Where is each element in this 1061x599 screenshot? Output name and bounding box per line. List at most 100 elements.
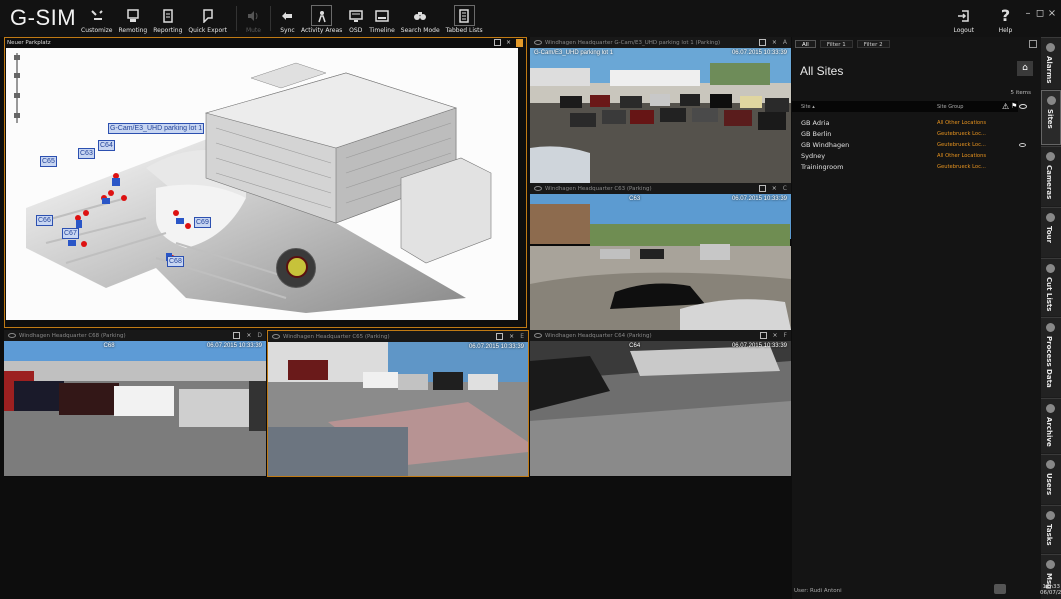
column-header-site-group[interactable]: Site Group — [937, 104, 963, 110]
eye-icon[interactable] — [534, 333, 542, 338]
eye-column-icon[interactable] — [1019, 104, 1027, 109]
close-pane-icon[interactable]: × — [773, 332, 778, 339]
pane-title: Windhagen Headquarter C63 (Parking) — [545, 185, 652, 192]
site-map-image[interactable]: G-Cam/E3_UHD parking lot 1 C64 C63 C65 C… — [6, 48, 518, 320]
camera-video[interactable]: 06.07.2015 10:33:39 — [268, 342, 528, 476]
sites-panel: All Filter 1 Filter 2 All Sites ⌂ 5 item… — [792, 37, 1041, 599]
map-camera-label[interactable]: C64 — [98, 140, 115, 151]
map-zoom-slider[interactable] — [14, 53, 20, 123]
eye-icon[interactable] — [8, 333, 16, 338]
table-row[interactable]: GB Berlin Geutebrueck Loc... — [792, 130, 1022, 138]
help-button[interactable]: ? Help — [988, 0, 1023, 37]
camera-video[interactable]: G-Cam/E3_UHD parking lot 1 06.07.2015 10… — [530, 48, 791, 183]
map-camera-label[interactable]: C67 — [62, 228, 79, 239]
quick-export-button[interactable]: Quick Export — [185, 0, 230, 37]
timeline-button[interactable]: Timeline — [366, 0, 398, 37]
logout-label: Logout — [953, 27, 974, 34]
panel-options-icon[interactable] — [1029, 40, 1037, 48]
mute-icon — [246, 8, 261, 23]
side-tab-cut-lists[interactable]: Cut Lists — [1041, 258, 1061, 316]
maximize-pane-icon[interactable] — [759, 332, 767, 339]
maximize-pane-icon[interactable] — [233, 332, 241, 339]
map-camera-label[interactable]: C66 — [36, 215, 53, 226]
maximize-pane-icon[interactable] — [758, 39, 766, 46]
eye-icon[interactable] — [534, 186, 542, 191]
sync-button[interactable]: Sync — [277, 0, 298, 37]
flag-icon[interactable]: ⚑ — [1011, 102, 1017, 110]
map-pane[interactable]: Neuer Parkplatz × G-Cam/E3_UHD parking l… — [4, 37, 527, 328]
reporting-button[interactable]: Reporting — [150, 0, 185, 37]
tabbed-lists-button[interactable]: Tabbed Lists — [443, 0, 486, 37]
activity-areas-icon — [311, 5, 333, 26]
map-camera-label[interactable]: C68 — [167, 256, 184, 267]
remoting-icon — [125, 8, 140, 23]
maximize-pane-icon[interactable] — [758, 185, 766, 192]
camera-pane-d[interactable]: Windhagen Headquarter C68 (Parking) × D C… — [4, 330, 266, 477]
camera-pane-f[interactable]: Windhagen Headquarter C64 (Parking) × F C… — [530, 330, 791, 477]
logout-button[interactable]: Logout — [939, 0, 988, 37]
close-pane-icon[interactable]: × — [772, 185, 777, 192]
table-row[interactable]: Trainingroom Geutebrueck Loc... — [792, 163, 1022, 171]
table-row[interactable]: GB Windhagen Geutebrueck Loc... — [792, 141, 1026, 149]
maximize-icon[interactable]: ◻ — [1035, 8, 1045, 20]
navigation-compass[interactable] — [276, 248, 316, 288]
side-tab-label: Cameras — [1045, 165, 1053, 200]
quick-export-icon — [200, 8, 215, 23]
customize-button[interactable]: Customize — [78, 0, 116, 37]
side-tab-cameras[interactable]: Cameras — [1041, 146, 1061, 206]
tab-filter-1[interactable]: Filter 1 — [819, 40, 853, 48]
maximize-pane-icon[interactable] — [496, 333, 504, 340]
camera-pane-e[interactable]: Windhagen Headquarter C65 (Parking) × E 0… — [267, 330, 529, 477]
side-tab-process-data[interactable]: Process Data — [1041, 317, 1061, 397]
side-tab-archive[interactable]: Archive — [1041, 398, 1061, 453]
reporting-label: Reporting — [153, 27, 183, 34]
eye-icon[interactable] — [272, 334, 280, 339]
close-pane-icon[interactable]: × — [772, 39, 777, 46]
pane-header: Windhagen Headquarter C64 (Parking) × F — [530, 330, 791, 341]
close-pane-icon[interactable]: × — [246, 332, 251, 339]
table-row[interactable]: GB Adria All Other Locations — [792, 119, 1022, 127]
osd-camera-name: C68 — [103, 343, 115, 349]
osd-button[interactable]: OSD — [345, 0, 366, 37]
home-icon[interactable]: ⌂ — [1017, 61, 1033, 76]
activity-areas-button[interactable]: Activity Areas — [298, 0, 345, 37]
map-camera-label[interactable]: G-Cam/E3_UHD parking lot 1 — [108, 123, 205, 134]
close-pane-icon[interactable]: × — [506, 39, 511, 47]
pane-title: Windhagen Headquarter C64 (Parking) — [545, 332, 652, 339]
warning-icon[interactable]: ⚠ — [1002, 102, 1009, 111]
eye-icon[interactable] — [534, 40, 542, 45]
side-tab-tour[interactable]: Tour — [1041, 207, 1061, 257]
side-tab-alarms[interactable]: Alarms — [1041, 37, 1061, 89]
pane-header: Windhagen Headquarter C63 (Parking) × C — [530, 183, 791, 194]
customize-label: Customize — [81, 27, 113, 34]
side-tab-tasks[interactable]: Tasks — [1041, 505, 1061, 553]
camera-video[interactable]: C64 06.07.2015 10:33:39 — [530, 341, 791, 476]
watched-eye-icon[interactable] — [1019, 143, 1026, 147]
remoting-button[interactable]: Remoting — [116, 0, 151, 37]
tour-icon — [1046, 213, 1055, 222]
search-mode-button[interactable]: Search Mode — [398, 0, 443, 37]
camera-video[interactable]: C68 06.07.2015 10:33:39 — [4, 341, 266, 476]
camera-video[interactable]: C63 06.07.2015 10:33:39 — [530, 194, 791, 330]
osd-camera-name: G-Cam/E3_UHD parking lot 1 — [534, 50, 614, 56]
side-tab-users[interactable]: Users — [1041, 454, 1061, 504]
camera-pane-a[interactable]: Windhagen Headquarter G-Cam/E3_UHD parki… — [530, 37, 791, 183]
side-tab-sites[interactable]: Sites — [1041, 90, 1061, 145]
map-camera-label[interactable]: C63 — [78, 148, 95, 159]
tab-all[interactable]: All — [795, 40, 816, 48]
site-name: GB Windhagen — [801, 141, 850, 149]
pane-marker-icon[interactable] — [516, 39, 523, 47]
table-row[interactable]: Sydney All Other Locations — [792, 152, 1022, 160]
close-icon[interactable]: × — [1047, 8, 1057, 20]
close-pane-icon[interactable]: × — [509, 333, 514, 340]
archive-icon — [1046, 404, 1055, 413]
map-camera-label[interactable]: C65 — [40, 156, 57, 167]
camera-pane-c[interactable]: Windhagen Headquarter C63 (Parking) × C C… — [530, 183, 791, 330]
maximize-pane-icon[interactable] — [493, 39, 501, 46]
mute-button[interactable]: Mute — [243, 0, 264, 37]
minimize-icon[interactable]: – — [1023, 8, 1033, 20]
tab-filter-2[interactable]: Filter 2 — [856, 40, 890, 48]
map-camera-label[interactable]: C69 — [194, 217, 211, 228]
column-header-site[interactable]: Site ▴ — [801, 104, 815, 110]
app-logo: G-SIM — [10, 5, 77, 30]
